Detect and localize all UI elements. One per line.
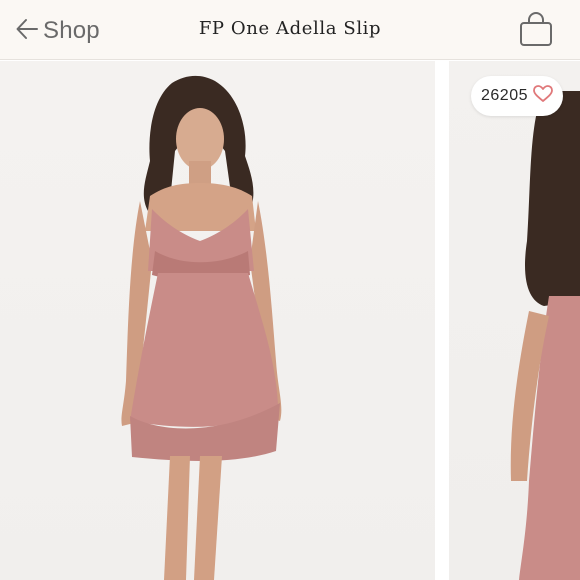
page-title: FP One Adella Slip [198,18,382,39]
product-image-gallery[interactable] [0,61,580,580]
like-button[interactable]: 26205 [471,76,563,116]
product-photo-side[interactable] [449,61,580,580]
heart-icon [528,84,553,108]
shopping-bag-icon [516,12,556,53]
app-header: Shop FP One Adella Slip [0,0,580,60]
shopping-bag-button[interactable] [516,11,556,49]
product-photo-front[interactable] [0,61,435,580]
like-count: 26205 [481,87,528,104]
